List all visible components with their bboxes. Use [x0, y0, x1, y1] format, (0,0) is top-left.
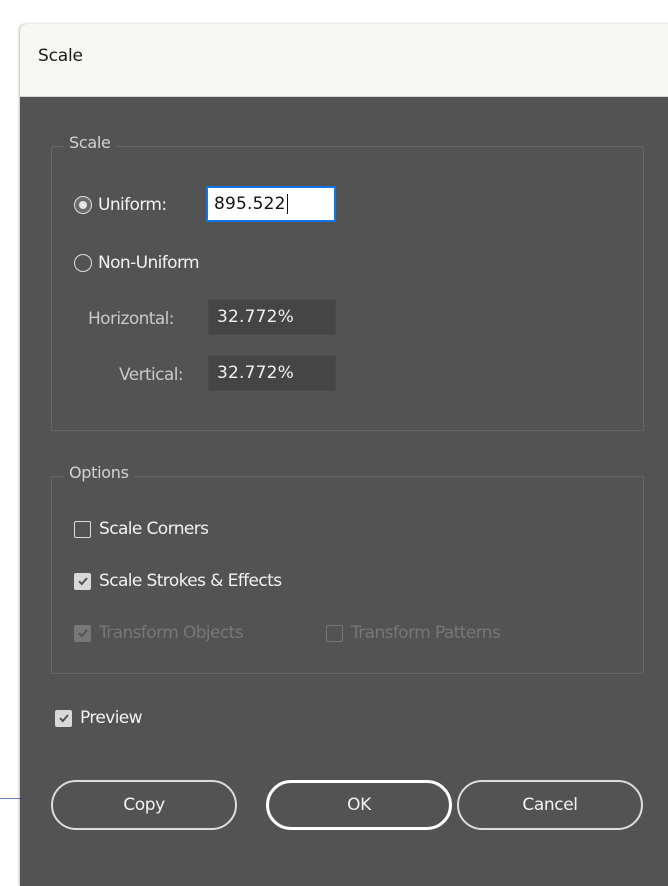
horizontal-input-value: 32.772%	[217, 307, 295, 327]
uniform-input-value: 895.522	[214, 194, 286, 214]
text-caret	[286, 194, 288, 214]
radio-dot-icon	[79, 201, 87, 209]
scale-corners-checkbox[interactable]	[74, 520, 91, 538]
non-uniform-label: Non-Uniform	[98, 253, 200, 273]
uniform-option[interactable]: Uniform:	[74, 195, 167, 215]
transform-patterns-label: Transform Patterns	[351, 623, 501, 643]
transform-patterns-checkbox	[326, 624, 343, 642]
scale-dialog: Scale Scale Uniform: 895.522 Non-Uniform…	[20, 24, 668, 886]
options-group-legend: Options	[64, 463, 134, 482]
scale-strokes-option[interactable]: Scale Strokes & Effects	[74, 571, 282, 591]
uniform-input[interactable]: 895.522	[206, 186, 336, 222]
copy-button[interactable]: Copy	[51, 780, 237, 830]
uniform-label: Uniform:	[98, 195, 167, 215]
non-uniform-option[interactable]: Non-Uniform	[74, 253, 200, 273]
preview-checkbox[interactable]	[55, 709, 72, 727]
ok-button[interactable]: OK	[266, 780, 452, 830]
vertical-row: Vertical:	[119, 365, 184, 385]
checkmark-icon	[58, 714, 69, 723]
transform-objects-checkbox	[74, 624, 91, 642]
scale-corners-option[interactable]: Scale Corners	[74, 519, 209, 539]
scale-group-legend: Scale	[64, 133, 116, 152]
vertical-input[interactable]: 32.772%	[208, 355, 336, 391]
options-group: Options Scale Corners Scale Strokes & Ef…	[51, 463, 644, 674]
checkmark-icon	[77, 629, 88, 638]
scale-group: Scale Uniform: 895.522 Non-Uniform Horiz…	[51, 133, 644, 431]
cancel-button[interactable]: Cancel	[457, 780, 643, 830]
non-uniform-radio[interactable]	[74, 254, 92, 272]
preview-label: Preview	[80, 708, 143, 728]
dialog-title: Scale	[38, 46, 83, 66]
vertical-label: Vertical:	[119, 365, 184, 385]
background-divider	[0, 798, 20, 799]
scale-corners-label: Scale Corners	[99, 519, 209, 539]
horizontal-row: Horizontal:	[88, 309, 175, 329]
transform-objects-label: Transform Objects	[99, 623, 244, 643]
transform-patterns-option: Transform Patterns	[326, 623, 501, 643]
preview-option[interactable]: Preview	[55, 708, 143, 728]
vertical-input-value: 32.772%	[217, 363, 295, 383]
dialog-titlebar[interactable]: Scale	[20, 24, 668, 97]
scale-strokes-checkbox[interactable]	[74, 572, 91, 590]
transform-objects-option: Transform Objects	[74, 623, 244, 643]
horizontal-input[interactable]: 32.772%	[208, 299, 336, 335]
checkmark-icon	[77, 577, 88, 586]
horizontal-label: Horizontal:	[88, 309, 175, 329]
screen: Scale Scale Uniform: 895.522 Non-Uniform…	[0, 0, 668, 886]
scale-strokes-label: Scale Strokes & Effects	[99, 571, 282, 591]
uniform-radio[interactable]	[74, 196, 92, 214]
